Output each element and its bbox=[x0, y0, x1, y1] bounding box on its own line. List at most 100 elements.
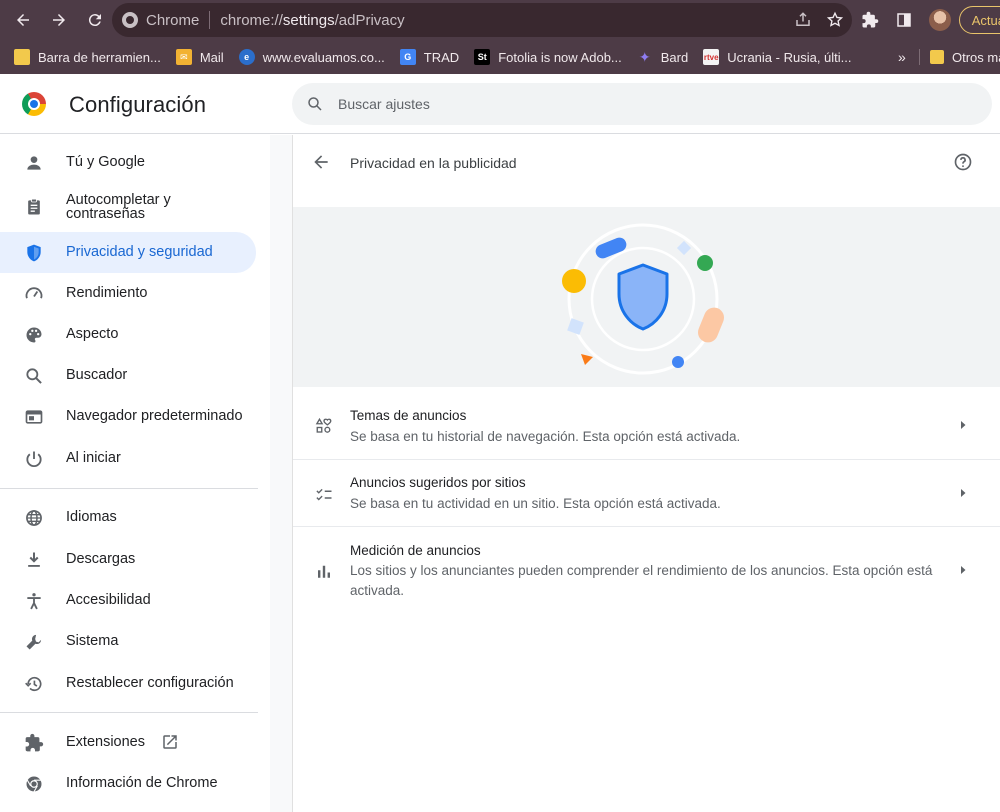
other-bookmarks-folder[interactable]: Otros ma bbox=[930, 40, 1000, 74]
sidebar-item-languages[interactable]: Idiomas bbox=[0, 497, 256, 538]
speedometer-icon bbox=[24, 284, 44, 304]
arrow-left-icon bbox=[17, 14, 29, 26]
side-panel-icon[interactable] bbox=[887, 3, 921, 37]
ad-topics-icon bbox=[315, 417, 332, 433]
share-icon[interactable] bbox=[792, 9, 814, 31]
edge-e-icon: e bbox=[238, 49, 255, 65]
sidebar-item-label: Al iniciar bbox=[66, 450, 121, 466]
bookmark-item[interactable]: rtve Ucrania - Rusia, últi... bbox=[703, 49, 852, 65]
rtve-icon: rtve bbox=[703, 49, 720, 65]
person-icon bbox=[24, 153, 44, 173]
other-bookmarks-label: Otros ma bbox=[952, 49, 1000, 65]
chrome-icon bbox=[24, 774, 44, 794]
download-icon bbox=[24, 550, 44, 570]
sidebar-item-autofill[interactable]: Autocompletar y contraseñas bbox=[0, 185, 256, 229]
settings-header: Configuración bbox=[0, 74, 1000, 134]
address-chip: Chrome bbox=[146, 11, 200, 29]
sidebar-item-label: Buscador bbox=[66, 367, 128, 383]
sidebar-item-search-engine[interactable]: Buscador bbox=[0, 355, 256, 396]
bookmark-item[interactable]: ✉ Mail bbox=[175, 49, 224, 65]
bookmark-label: Fotolia is now Adob... bbox=[498, 49, 622, 65]
sidebar-item-default-browser[interactable]: Navegador predeterminado bbox=[0, 396, 256, 437]
settings-search[interactable] bbox=[292, 83, 992, 125]
sidebar-item-system[interactable]: Sistema bbox=[0, 621, 256, 662]
sidebar-item-label: Aspecto bbox=[66, 326, 119, 342]
url-path: /adPrivacy bbox=[334, 11, 405, 29]
globe-icon bbox=[24, 508, 44, 528]
bookmark-label: www.evaluamos.co... bbox=[262, 49, 385, 65]
row-title: Temas de anuncios bbox=[350, 408, 467, 423]
row-subtitle: Los sitios y los anunciantes pueden comp… bbox=[350, 563, 933, 598]
restore-icon bbox=[24, 674, 44, 694]
sidebar-item-reset[interactable]: Restablecer configuración bbox=[0, 663, 256, 704]
power-icon bbox=[24, 449, 44, 469]
bookmarks-separator bbox=[919, 49, 920, 65]
sidebar-item-label: Accesibilidad bbox=[66, 592, 151, 608]
sidebar-item-privacy[interactable]: Privacidad y seguridad bbox=[0, 232, 256, 273]
toolbar-right: Actua bbox=[853, 0, 1000, 40]
arrow-right-icon bbox=[53, 14, 65, 26]
update-button[interactable]: Actua bbox=[958, 6, 1000, 34]
reload-button[interactable] bbox=[78, 3, 112, 37]
sidebar-item-label: Idiomas bbox=[66, 509, 117, 525]
address-bar[interactable]: Chrome chrome://settings/adPrivacy bbox=[112, 3, 852, 37]
sidebar-item-label: Sistema bbox=[66, 633, 119, 649]
bar-chart-icon bbox=[318, 565, 330, 578]
bookmark-item[interactable]: St Fotolia is now Adob... bbox=[474, 49, 622, 65]
mail-icon: ✉ bbox=[175, 49, 192, 65]
chevron-right-icon bbox=[961, 489, 966, 497]
forward-button[interactable] bbox=[42, 3, 76, 37]
bookmark-item[interactable]: e www.evaluamos.co... bbox=[238, 49, 385, 65]
address-actions bbox=[792, 3, 846, 37]
search-icon bbox=[308, 97, 322, 111]
sidebar-item-you-and-google[interactable]: Tú y Google bbox=[0, 142, 256, 183]
bookmark-label: TRAD bbox=[423, 49, 460, 65]
profile-avatar[interactable] bbox=[928, 9, 951, 31]
star-icon[interactable] bbox=[824, 9, 846, 31]
sidebar-item-label: Navegador predeterminado bbox=[66, 408, 243, 424]
address-separator bbox=[209, 11, 211, 29]
external-link-icon bbox=[161, 733, 179, 751]
extensions-icon[interactable] bbox=[853, 3, 887, 37]
ad-privacy-card: Privacidad en la publicidad Temas de anu… bbox=[292, 135, 1000, 812]
reload-icon bbox=[88, 14, 101, 27]
puzzle-icon bbox=[24, 733, 44, 753]
sidebar-item-accessibility[interactable]: Accesibilidad bbox=[0, 580, 256, 621]
sidebar-item-appearance[interactable]: Aspecto bbox=[0, 314, 256, 355]
sidebar-item-label: Información de Chrome bbox=[66, 775, 218, 791]
row-subtitle: Se basa en tu actividad en un sitio. Est… bbox=[350, 496, 721, 511]
checklist-icon bbox=[316, 488, 332, 501]
bookmark-label: Ucrania - Rusia, últi... bbox=[727, 49, 852, 65]
sidebar-item-downloads[interactable]: Descargas bbox=[0, 539, 256, 580]
folder-icon bbox=[930, 50, 944, 64]
help-icon[interactable] bbox=[953, 152, 973, 172]
bookmark-label: Barra de herramien... bbox=[38, 49, 161, 65]
bookmarks-overflow-button[interactable]: » bbox=[898, 40, 906, 74]
sidebar-divider bbox=[0, 712, 258, 713]
sidebar-item-label: Privacidad y seguridad bbox=[66, 244, 213, 260]
ad-measurement-row[interactable]: Medición de anuncios Los sitios y los an… bbox=[293, 527, 1000, 613]
sidebar-item-extensions[interactable]: Extensiones bbox=[0, 722, 256, 763]
sidebar-item-label: Restablecer configuración bbox=[66, 675, 234, 691]
sidebar-item-on-startup[interactable]: Al iniciar bbox=[0, 438, 256, 479]
chrome-logo-icon bbox=[22, 92, 46, 116]
palette-icon bbox=[24, 325, 44, 345]
row-title: Anuncios sugeridos por sitios bbox=[350, 475, 526, 490]
bookmark-item[interactable]: G TRAD bbox=[399, 49, 460, 65]
ad-topics-row[interactable]: Temas de anuncios Se basa en tu historia… bbox=[293, 387, 1000, 460]
back-button[interactable] bbox=[6, 3, 40, 37]
search-input[interactable] bbox=[338, 96, 938, 112]
bookmark-item[interactable]: Barra de herramien... bbox=[14, 49, 161, 65]
sidebar-item-performance[interactable]: Rendimiento bbox=[0, 273, 256, 314]
back-arrow-icon[interactable] bbox=[311, 152, 331, 172]
sidebar-item-about-chrome[interactable]: Información de Chrome bbox=[0, 763, 256, 804]
chevron-right-icon bbox=[961, 566, 966, 574]
address-url[interactable]: chrome://settings/adPrivacy bbox=[220, 12, 404, 29]
bookmarks-bar: Barra de herramien... ✉ Mail e www.evalu… bbox=[0, 40, 1000, 74]
subpage-title: Privacidad en la publicidad bbox=[350, 155, 517, 171]
browser-toolbar: Chrome chrome://settings/adPrivacy Actua bbox=[0, 0, 1000, 40]
site-suggested-ads-row[interactable]: Anuncios sugeridos por sitios Se basa en… bbox=[293, 460, 1000, 527]
chrome-site-icon bbox=[122, 12, 138, 28]
sidebar-divider bbox=[0, 488, 258, 489]
bookmark-item[interactable]: ✦ Bard bbox=[637, 49, 688, 65]
